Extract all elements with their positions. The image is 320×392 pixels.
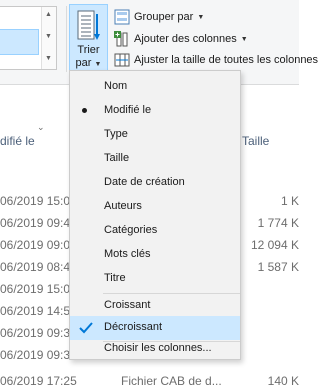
fit-columns-button[interactable]: Ajuster la taille de toutes les colonnes (114, 51, 318, 69)
group-by-button[interactable]: Grouper par ▼ (114, 8, 204, 26)
add-columns-button[interactable]: Ajouter des colonnes ▼ (114, 30, 248, 48)
menu-item-type[interactable]: Type (70, 123, 240, 147)
ribbon-separator (66, 6, 67, 72)
menu-item-size[interactable]: Taille (70, 147, 240, 171)
layout-gallery-scrollbar[interactable]: ▲ ▼ ▼ (41, 7, 56, 69)
chevron-down-icon: ▼ (94, 61, 102, 68)
checkmark-icon (79, 322, 93, 334)
layout-gallery-selected[interactable] (0, 29, 39, 55)
menu-item-choose-columns[interactable]: Choisir les colonnes... (70, 337, 240, 361)
add-columns-label: Ajouter des colonnes (134, 33, 237, 45)
chevron-down-icon: ▼ (240, 35, 248, 43)
layout-gallery[interactable]: ▲ ▼ ▼ (0, 6, 57, 70)
menu-item-modified[interactable]: Modifié le (70, 99, 240, 123)
group-by-icon (114, 9, 130, 25)
menu-item-name[interactable]: Nom (70, 75, 240, 99)
radio-bullet-icon (82, 108, 87, 113)
menu-item-title[interactable]: Titre (70, 267, 240, 291)
expand-gallery-icon[interactable]: ▼ (45, 55, 52, 63)
menu-item-authors[interactable]: Auteurs (70, 195, 240, 219)
add-columns-icon (114, 31, 130, 47)
chevron-up-icon[interactable]: ▲ (45, 11, 52, 19)
chevron-down-icon[interactable]: ▼ (45, 33, 52, 41)
sort-by-label-line1: Trier (77, 44, 100, 56)
sort-by-label-line2: par ▼ (75, 57, 102, 69)
menu-item-date-created[interactable]: Date de création (70, 171, 240, 195)
column-header-modified[interactable]: difié le (0, 134, 35, 148)
menu-item-ascending[interactable]: Croissant (70, 294, 240, 318)
menu-item-categories[interactable]: Catégories (70, 219, 240, 243)
sort-by-icon (77, 10, 100, 40)
sort-by-menu: Nom Modifié le Type Taille Date de créat… (69, 70, 241, 360)
column-header-size[interactable]: Taille (242, 134, 269, 148)
group-by-label: Grouper par (134, 11, 194, 23)
fit-columns-icon (114, 52, 130, 68)
sort-indicator-icon: ⌄ (37, 122, 45, 132)
fit-columns-label: Ajuster la taille de toutes les colonnes (134, 54, 319, 66)
chevron-down-icon: ▼ (197, 13, 205, 21)
table-row[interactable]: 06/2019 17:25 Fichier CAB de d... 140 K (0, 370, 299, 392)
sort-by-button[interactable]: Trier par ▼ (69, 4, 108, 72)
menu-item-tags[interactable]: Mots clés (70, 243, 240, 267)
